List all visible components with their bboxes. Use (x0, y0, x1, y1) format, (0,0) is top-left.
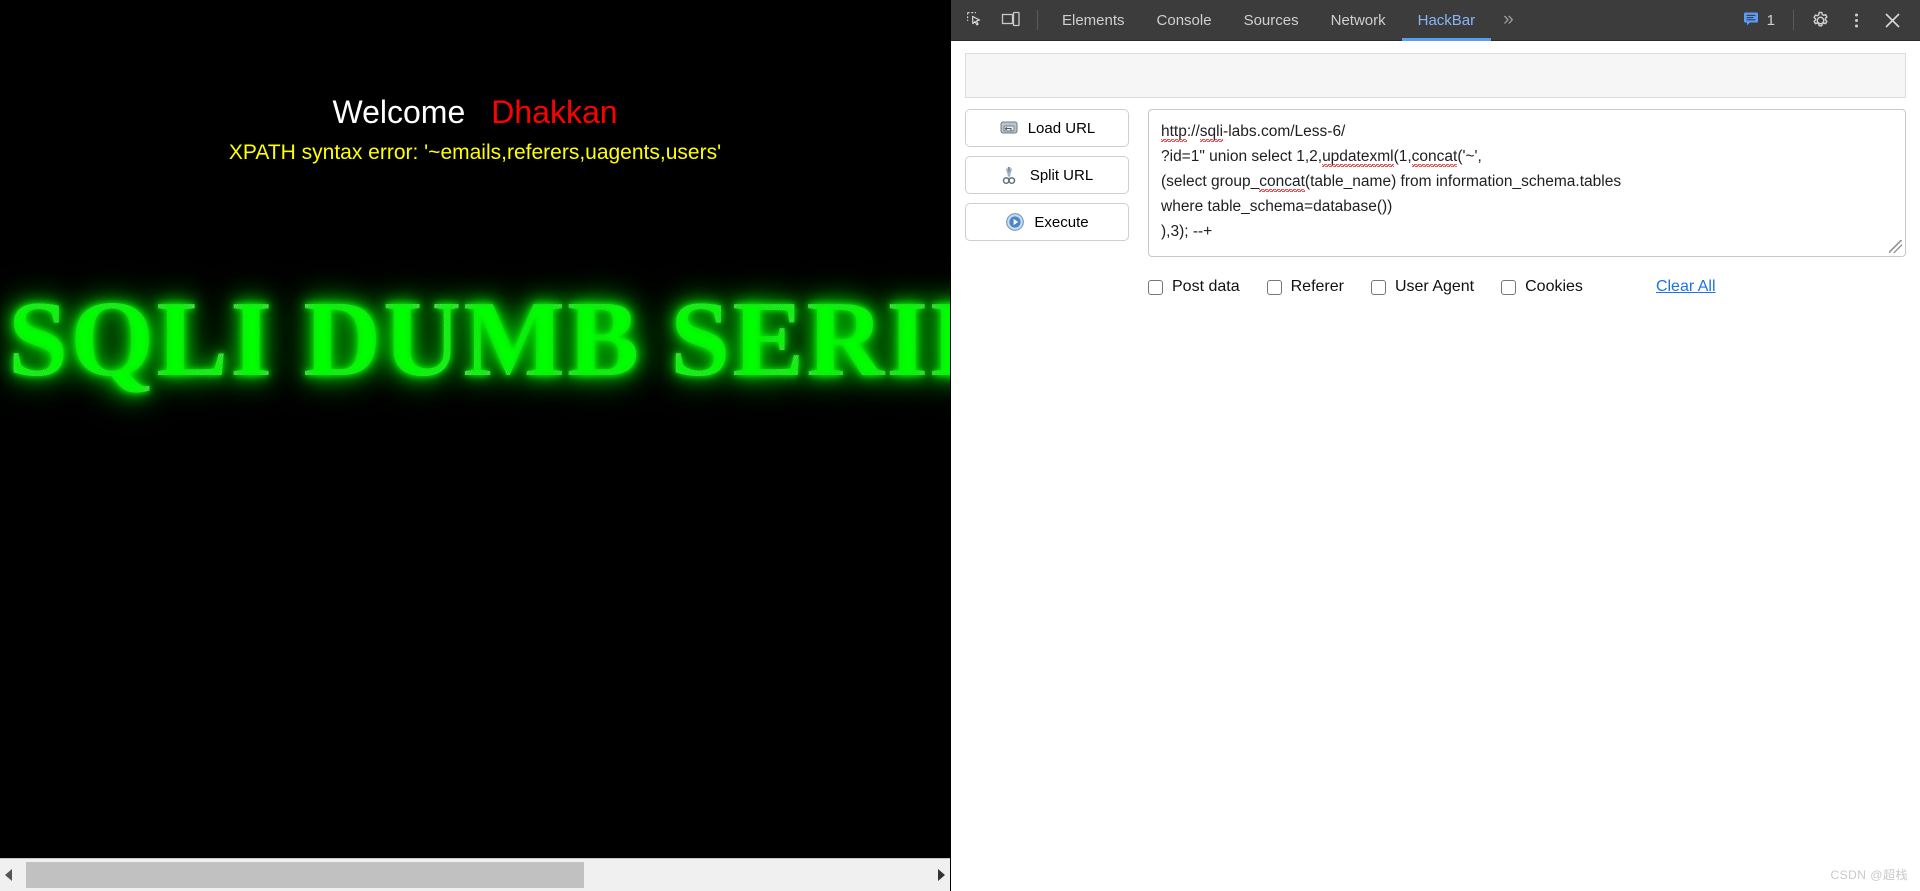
url-line-1-b: sqli (1199, 123, 1224, 142)
hackbar-main-row: Load URL Split URL Execute http://sqli-l… (965, 109, 1906, 257)
sqli-dumb-series-logo: SQLI DUMB SERIES (8, 275, 950, 405)
sqli-logo-text: SQLI DUMB SERIES (8, 280, 950, 399)
checkbox-box-icon[interactable] (1501, 279, 1517, 295)
post-data-label: Post data (1172, 278, 1240, 295)
device-toolbar-icon[interactable] (993, 5, 1029, 35)
checkbox-box-icon[interactable] (1370, 279, 1386, 295)
post-data-checkbox[interactable]: Post data (1148, 278, 1240, 296)
tab-elements[interactable]: Elements (1046, 0, 1141, 41)
url-line-3-a: concat (1259, 173, 1305, 192)
url-input[interactable]: http://sqli-labs.com/Less-6/ ?id=1" unio… (1148, 109, 1906, 257)
welcome-heading: Welcome Dhakkan (0, 94, 950, 130)
tab-sources[interactable]: Sources (1228, 0, 1315, 41)
tab-hackbar[interactable]: HackBar (1401, 0, 1492, 41)
load-url-icon (999, 118, 1019, 138)
csdn-watermark: CSDN @超栈 (1830, 868, 1908, 882)
devtools-toolbar-right: 1 (1733, 0, 1920, 41)
toolbar-divider-right (1793, 10, 1794, 30)
horizontal-scrollbar-thumb[interactable] (26, 862, 584, 888)
textarea-resize-handle[interactable] (1889, 240, 1902, 253)
hackbar-options-row: Post data Referer User Agent Cookies Cle… (965, 278, 1906, 296)
hackbar-button-column: Load URL Split URL Execute (965, 109, 1129, 257)
cookies-label: Cookies (1525, 278, 1583, 295)
settings-gear-icon[interactable] (1802, 5, 1838, 35)
console-message-count: 1 (1766, 11, 1775, 29)
more-options-icon[interactable] (1838, 5, 1874, 35)
split-url-button[interactable]: Split URL (965, 156, 1129, 194)
welcome-label: Welcome (332, 94, 466, 130)
cookies-checkbox[interactable]: Cookies (1501, 278, 1583, 296)
checkbox-box-icon[interactable] (1148, 279, 1163, 295)
checkbox-box-icon[interactable] (1266, 279, 1282, 295)
execute-button[interactable]: Execute (965, 203, 1129, 241)
user-agent-label: User Agent (1394, 278, 1475, 295)
scroll-left-arrow-icon[interactable] (0, 859, 17, 891)
load-url-button[interactable]: Load URL (965, 109, 1129, 147)
toolbar-divider (1037, 10, 1038, 30)
console-message-icon (1743, 10, 1759, 30)
page-viewport: Welcome Dhakkan XPATH syntax error: '~ema… (0, 0, 950, 891)
page-horizontal-scrollbar[interactable] (0, 858, 950, 891)
hackbar-panel: Load URL Split URL Execute http://sqli-l… (951, 41, 1920, 891)
user-agent-checkbox[interactable]: User Agent (1370, 278, 1475, 296)
scroll-right-arrow-icon[interactable] (933, 859, 950, 891)
close-icon[interactable] (1874, 5, 1910, 35)
execute-label: Execute (1034, 213, 1089, 231)
tab-network[interactable]: Network (1315, 0, 1402, 41)
browser-window: Welcome Dhakkan XPATH syntax error: '~ema… (0, 0, 1920, 891)
devtools-panel: Elements Console Sources Network HackBar… (950, 0, 1920, 891)
referer-label: Referer (1290, 278, 1344, 295)
load-url-label: Load URL (1027, 119, 1096, 137)
split-url-scissors-icon (1001, 165, 1021, 185)
clear-all-link[interactable]: Clear All (1656, 278, 1716, 296)
execute-play-icon (1005, 212, 1025, 232)
split-url-label: Split URL (1029, 166, 1094, 184)
url-line-2-a: updatexml (1322, 148, 1394, 167)
tab-console[interactable]: Console (1141, 0, 1228, 41)
referer-checkbox[interactable]: Referer (1266, 278, 1344, 296)
xpath-error-message: XPATH syntax error: '~emails,referers,ua… (228, 141, 722, 164)
more-tabs-chevron-icon[interactable]: » (1491, 0, 1526, 41)
devtools-toolbar: Elements Console Sources Network HackBar… (951, 0, 1920, 41)
url-line-2-b: concat (1411, 148, 1458, 167)
inspect-element-icon[interactable] (957, 5, 993, 35)
page-content: Welcome Dhakkan XPATH syntax error: '~ema… (0, 0, 950, 858)
devtools-tab-list: Elements Console Sources Network HackBar (1046, 0, 1491, 41)
hackbar-top-bar (965, 53, 1906, 98)
url-line-1-a: http (1161, 123, 1187, 142)
url-input-wrapper: http://sqli-labs.com/Less-6/ ?id=1" unio… (1148, 109, 1906, 257)
welcome-username: Dhakkan (491, 94, 618, 130)
console-messages-indicator[interactable]: 1 (1733, 10, 1785, 30)
